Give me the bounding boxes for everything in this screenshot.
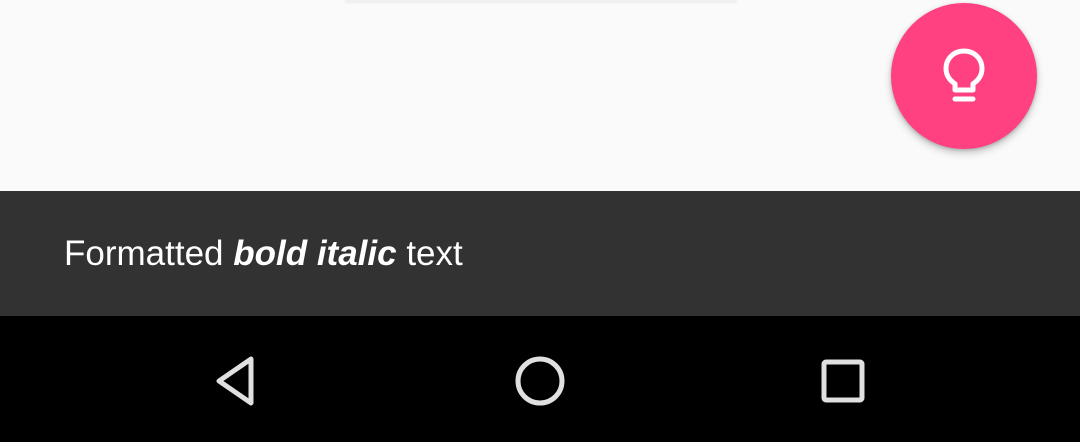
snackbar-message: Formatted bold italic text	[64, 236, 463, 271]
nav-recents-button[interactable]	[808, 346, 878, 416]
nav-back-button[interactable]	[202, 346, 272, 416]
home-circle-icon	[515, 356, 565, 406]
snackbar-text-bold-italic: bold italic	[233, 234, 397, 273]
snackbar-text-plain: Formatted	[64, 234, 234, 273]
fab-lightbulb-button[interactable]	[891, 3, 1037, 149]
recents-square-icon	[821, 359, 865, 403]
nav-home-button[interactable]	[505, 346, 575, 416]
back-triangle-icon	[216, 356, 254, 406]
content-area	[0, 0, 1080, 191]
snackbar: Formatted bold italic text	[0, 191, 1080, 316]
system-navigation-bar	[0, 316, 1080, 442]
lightbulb-icon	[943, 48, 985, 102]
app-screen: Formatted bold italic text	[0, 0, 1080, 442]
card-bottom-edge	[345, 0, 737, 2]
snackbar-text-trailing: text	[396, 234, 463, 273]
